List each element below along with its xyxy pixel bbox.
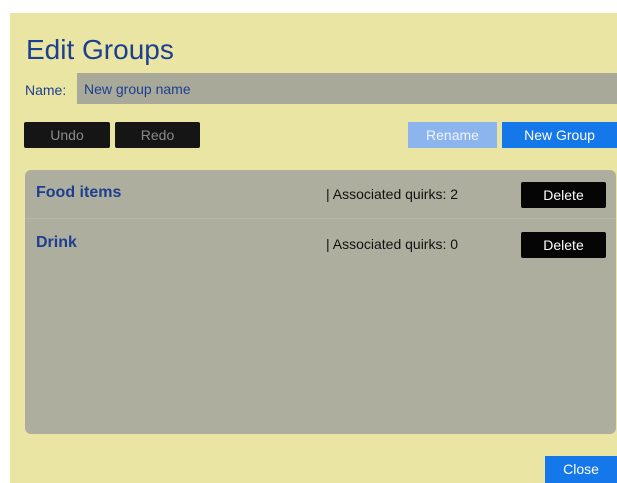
delete-button[interactable]: Delete	[521, 232, 606, 258]
group-name-input[interactable]	[77, 73, 617, 104]
groups-list: Food items | Associated quirks: 2 Delete…	[25, 170, 616, 434]
group-row-food-items[interactable]: Food items | Associated quirks: 2 Delete	[25, 170, 616, 219]
undo-button[interactable]: Undo	[24, 122, 110, 148]
associated-quirks-count: | Associated quirks: 2	[326, 186, 459, 202]
delete-button[interactable]: Delete	[521, 182, 606, 208]
edit-groups-dialog: Edit Groups Name: Undo Redo Rename New G…	[10, 13, 617, 483]
group-name: Food items	[36, 184, 122, 201]
group-row-drink[interactable]: Drink | Associated quirks: 0 Delete	[25, 220, 616, 268]
associated-quirks-count: | Associated quirks: 0	[326, 236, 459, 252]
redo-button[interactable]: Redo	[115, 122, 200, 148]
dialog-title: Edit Groups	[26, 34, 174, 65]
new-group-button[interactable]: New Group	[502, 122, 617, 148]
group-name: Drink	[36, 234, 77, 251]
rename-button[interactable]: Rename	[408, 122, 497, 148]
name-label: Name:	[25, 82, 67, 98]
close-button[interactable]: Close	[545, 456, 617, 483]
